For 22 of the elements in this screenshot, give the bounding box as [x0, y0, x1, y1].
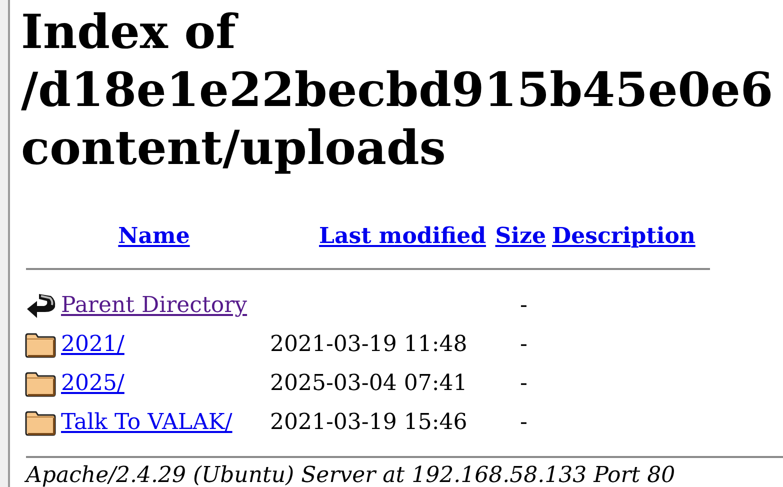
folder-link[interactable]: 2021/ [61, 332, 124, 357]
file-size: - [520, 332, 528, 357]
modified-date: 2021-03-19 11:48 [270, 332, 468, 357]
page-title-line: content/uploads [21, 120, 446, 178]
folder-icon [25, 332, 56, 358]
page-title-line: /d18e1e22becbd915b45e0e6 [21, 62, 774, 120]
column-sort-link[interactable]: Description [552, 222, 696, 248]
file-size: - [520, 410, 528, 435]
folder-link[interactable]: 2025/ [61, 371, 124, 396]
folder-icon [25, 370, 56, 396]
file-size: - [520, 293, 528, 318]
page-title-line: Index of [21, 4, 236, 62]
column-sort-link[interactable]: Last modified [319, 222, 486, 248]
server-signature: Apache/2.4.29 (Ubuntu) Server at 192.168.58.133 Port 80 [26, 464, 676, 487]
parent-directory-link[interactable]: Parent Directory [61, 293, 248, 318]
modified-date: 2025-03-04 07:41 [270, 371, 468, 396]
modified-date: 2021-03-19 15:46 [270, 410, 468, 435]
folder-link[interactable]: Talk To VALAK/ [61, 410, 232, 435]
file-size: - [520, 371, 528, 396]
column-sort-link[interactable]: Name [118, 222, 190, 248]
folder-icon [25, 410, 56, 436]
column-sort-link[interactable]: Size [495, 222, 546, 248]
